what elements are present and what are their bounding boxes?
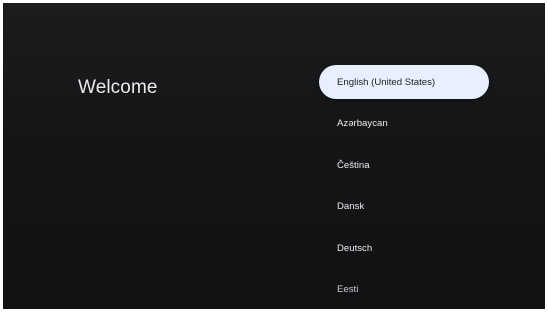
language-option-english-us[interactable]: English (United States) — [319, 65, 489, 99]
language-option-cestina[interactable]: Čeština — [319, 148, 489, 182]
language-list: English (United States) Azərbaycan Češti… — [319, 65, 489, 309]
language-option-dansk[interactable]: Dansk — [319, 190, 489, 224]
language-option-label: English (United States) — [337, 76, 436, 88]
language-option-label: Čeština — [337, 159, 370, 171]
language-option-label: Deutsch — [337, 242, 373, 254]
language-option-label: Azərbaycan — [337, 118, 388, 130]
setup-screen: Welcome English (United States) Azərbayc… — [3, 3, 545, 309]
language-option-deutsch[interactable]: Deutsch — [319, 231, 489, 265]
language-option-label: Dansk — [337, 201, 365, 213]
language-option-azerbaycan[interactable]: Azərbaycan — [319, 107, 489, 141]
language-option-label: Eesti — [337, 284, 359, 296]
welcome-title: Welcome — [78, 77, 158, 98]
language-option-eesti[interactable]: Eesti — [319, 273, 489, 307]
